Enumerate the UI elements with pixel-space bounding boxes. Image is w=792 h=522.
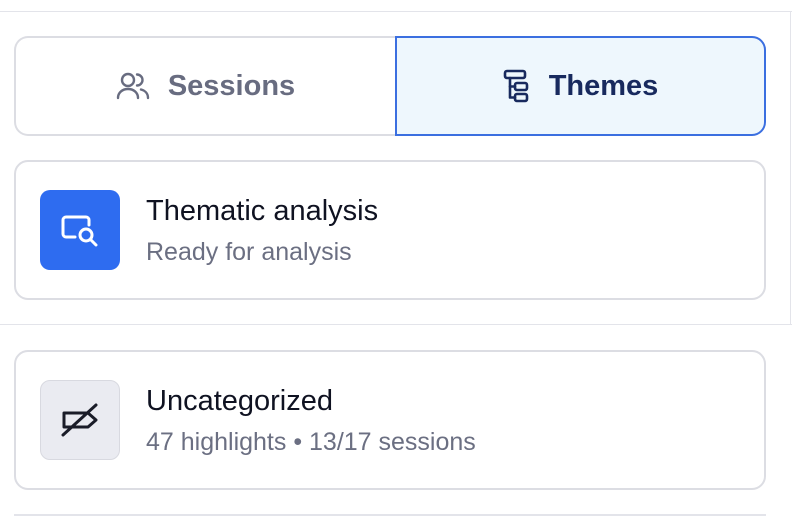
card-title: Thematic analysis — [146, 194, 379, 227]
thematic-analysis-text: Thematic analysis Ready for analysis — [146, 194, 378, 267]
theme-tree-icon — [503, 69, 528, 103]
tag-off-icon — [61, 403, 98, 437]
search-chat-icon — [61, 215, 98, 247]
tab-themes-label: Themes — [548, 69, 659, 102]
section-divider — [0, 324, 792, 325]
card-subtitle: Ready for analysis — [146, 237, 352, 266]
thematic-analysis-card[interactable]: Thematic analysis Ready for analysis — [14, 160, 766, 300]
top-divider — [0, 11, 792, 12]
card-title: Uncategorized — [146, 384, 333, 417]
users-icon — [116, 72, 150, 100]
right-divider — [790, 11, 791, 324]
uncategorized-card[interactable]: Uncategorized 47 highlights • 13/17 sess… — [14, 350, 766, 490]
uncategorized-text: Uncategorized 47 highlights • 13/17 sess… — [146, 384, 476, 457]
thematic-analysis-icon-tile — [40, 190, 120, 270]
bottom-divider — [14, 514, 766, 516]
uncategorized-icon-tile — [40, 380, 120, 460]
tab-themes[interactable]: Themes — [395, 36, 766, 136]
card-subtitle: 47 highlights • 13/17 sessions — [146, 427, 476, 456]
tab-sessions-label: Sessions — [167, 69, 296, 102]
view-tabs: Sessions Themes — [14, 36, 766, 136]
tab-sessions[interactable]: Sessions — [14, 36, 395, 136]
